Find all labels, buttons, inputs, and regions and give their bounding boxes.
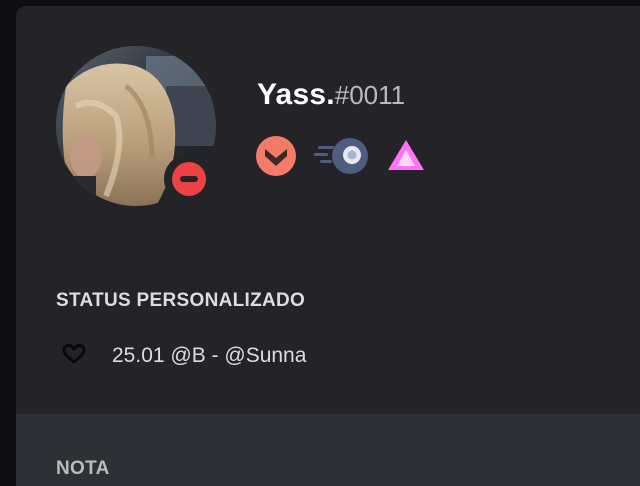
heart-outline-icon	[62, 344, 86, 364]
user-profile-popout: Yass.#0011 STATUS PERSONALIZADO 25.01 @B…	[16, 6, 640, 486]
hypesquad-badge-icon[interactable]	[256, 136, 296, 176]
name-tag[interactable]: Yass.#0011	[257, 78, 405, 112]
custom-status-text: 25.01 @B - @Sunna	[112, 344, 307, 367]
nitro-badge-icon[interactable]	[314, 136, 372, 176]
boost-badge-icon[interactable]	[386, 136, 426, 176]
note-section: NOTA	[16, 414, 640, 486]
note-heading: NOTA	[56, 458, 110, 479]
custom-status-heading: STATUS PERSONALIZADO	[56, 290, 306, 311]
presence-indicator	[164, 154, 214, 204]
discriminator[interactable]: #0011	[335, 80, 405, 110]
do-not-disturb-icon	[172, 162, 206, 196]
avatar-container[interactable]	[56, 46, 216, 206]
username[interactable]: Yass.	[257, 78, 335, 111]
